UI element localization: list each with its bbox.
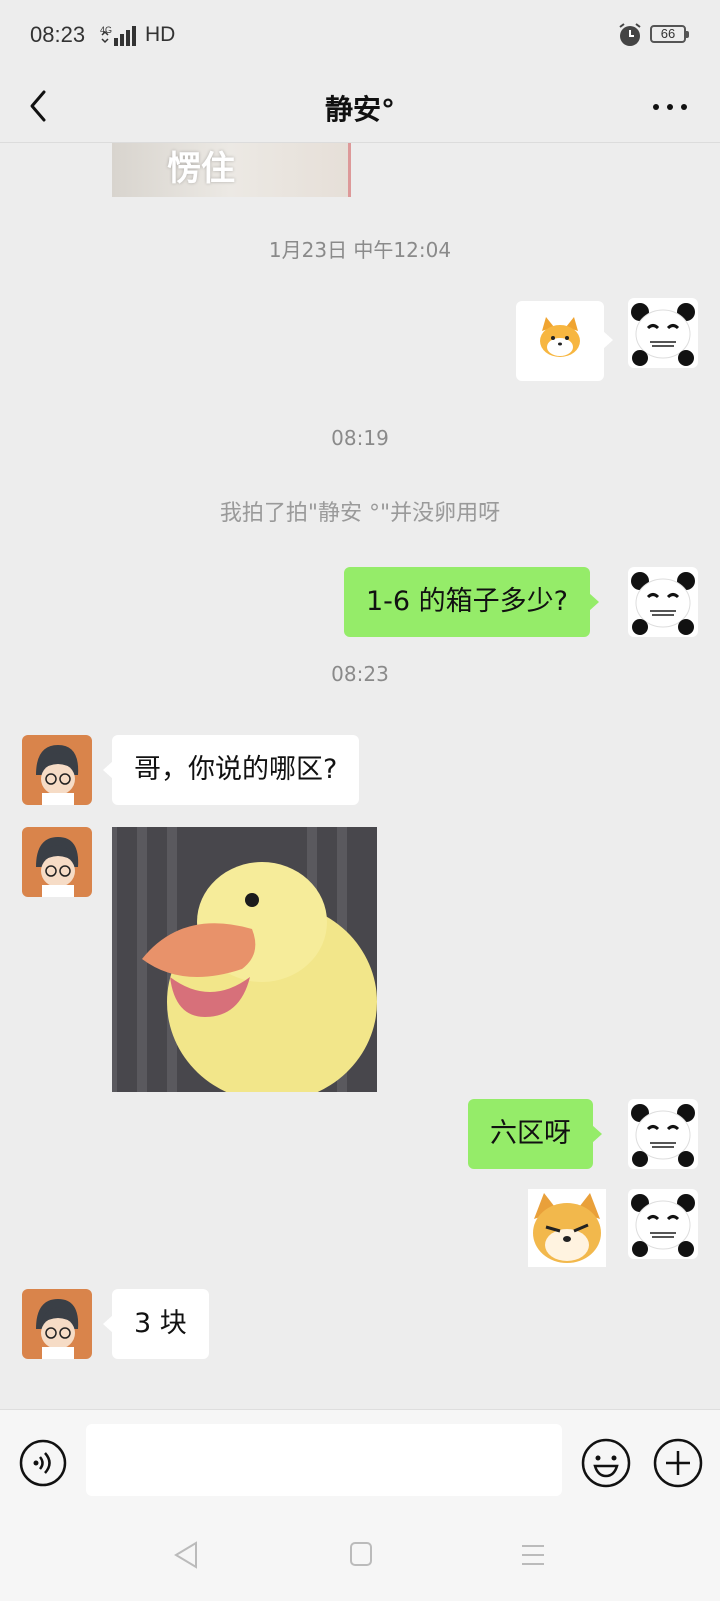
panda-avatar-icon	[631, 1104, 695, 1167]
alarm-icon	[619, 23, 641, 46]
chat-header: 静安°	[0, 70, 720, 143]
nav-menu-icon[interactable]	[520, 1542, 546, 1568]
shiba-face-sticker-icon	[533, 1193, 601, 1263]
timestamp: 08:23	[331, 662, 389, 686]
chat-area[interactable]: 愣住 1月23日 中午12:04 08:19 我拍了拍"静安 °"并没卵用呀 1…	[0, 143, 720, 1409]
nav-back-icon[interactable]	[172, 1540, 200, 1570]
timestamp: 08:19	[331, 426, 389, 450]
duck-image-icon	[112, 827, 377, 1092]
pat-system-message: 我拍了拍"静安 °"并没卵用呀	[219, 501, 501, 526]
shiba-sticker-icon	[540, 317, 580, 357]
contact-avatar[interactable]	[22, 827, 92, 897]
battery-indicator: 66	[650, 25, 689, 43]
outgoing-message[interactable]: 1-6 的箱子多少?	[344, 567, 600, 637]
incoming-message[interactable]: 3 块	[103, 1289, 209, 1359]
panda-avatar-icon	[631, 572, 695, 635]
boy-avatar-icon	[36, 745, 79, 805]
my-avatar[interactable]	[628, 298, 698, 368]
sticker-message[interactable]	[516, 301, 613, 381]
panda-avatar-icon	[631, 1194, 695, 1257]
outgoing-message[interactable]: 六区呀	[468, 1099, 602, 1169]
message-input[interactable]	[86, 1424, 562, 1496]
my-avatar[interactable]	[628, 567, 698, 637]
more-icon[interactable]	[650, 92, 690, 122]
contact-avatar[interactable]	[22, 735, 92, 805]
boy-avatar-icon	[36, 837, 79, 897]
input-bar	[0, 1409, 720, 1601]
voice-icon[interactable]	[18, 1438, 68, 1488]
contact-avatar[interactable]	[22, 1289, 92, 1359]
incoming-message[interactable]: 哥，你说的哪区?	[102, 735, 360, 805]
panda-avatar-icon	[631, 303, 695, 366]
boy-avatar-icon	[36, 1299, 79, 1359]
chat-title: 静安°	[324, 93, 395, 126]
image-message-top[interactable]: 愣住	[112, 143, 351, 197]
status-time: 08:23	[30, 22, 86, 47]
hd-label: HD	[145, 23, 176, 46]
timestamp: 1月23日 中午12:04	[268, 238, 452, 262]
status-bar: 08:23 4G HD 66	[0, 0, 720, 70]
image-message-duck[interactable]	[112, 827, 377, 1092]
my-avatar[interactable]	[628, 1189, 698, 1259]
emoji-icon[interactable]	[580, 1437, 632, 1489]
signal-icon: 4G	[100, 25, 136, 46]
nav-home-icon[interactable]	[348, 1540, 374, 1568]
plus-icon[interactable]	[652, 1437, 704, 1489]
sticker-message[interactable]	[528, 1189, 606, 1267]
my-avatar[interactable]	[628, 1099, 698, 1169]
image-caption: 愣住	[167, 149, 235, 189]
